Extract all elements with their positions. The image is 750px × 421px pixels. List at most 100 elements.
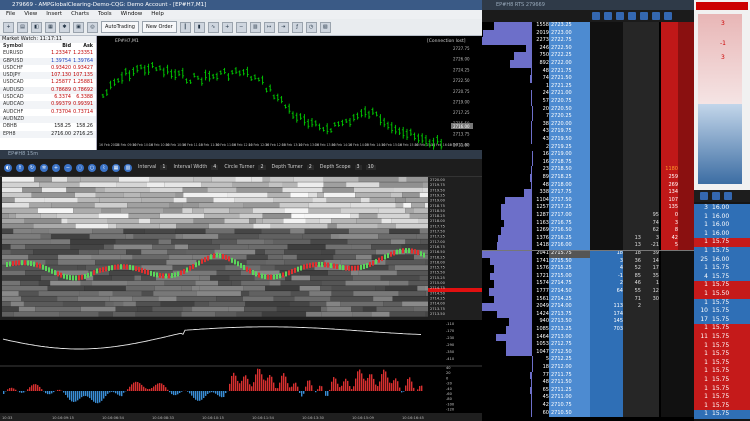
dom-row[interactable]: 2041 2715.75 18 18 39: [482, 250, 694, 258]
dom-price[interactable]: 2723.00: [549, 29, 591, 38]
dom-bid-size[interactable]: 113: [590, 303, 623, 311]
indicators-icon[interactable]: ƒ: [291, 21, 303, 33]
dom-price[interactable]: 2715.75: [549, 250, 591, 258]
dom-row[interactable]: 43 2719.75: [482, 128, 694, 136]
dom-link-icon[interactable]: [640, 12, 648, 20]
dom-ask-size[interactable]: 259: [661, 174, 678, 182]
dom-bid-size[interactable]: [590, 37, 623, 45]
navigator-icon[interactable]: ✱: [59, 21, 70, 33]
dom-ask-size[interactable]: [661, 67, 678, 76]
dom-ask-size[interactable]: [661, 265, 678, 273]
dom-row[interactable]: 60 2710.50: [482, 409, 694, 418]
dom-ask-size[interactable]: [661, 295, 678, 304]
dom-tool-icon[interactable]: [628, 12, 636, 20]
dom-ask-size[interactable]: [661, 60, 678, 68]
dom-bid-size[interactable]: [590, 394, 623, 402]
settings-icon[interactable]: ✲: [40, 163, 48, 172]
dom-ask-size[interactable]: 0: [661, 212, 678, 220]
dom-row[interactable]: 892 2722.00: [482, 60, 694, 68]
dom-row[interactable]: 7 2720.25: [482, 113, 694, 121]
dom-price[interactable]: 2712.75: [549, 341, 591, 349]
dom-ask-size[interactable]: [661, 82, 678, 91]
dom-row[interactable]: 1047 2712.50: [482, 348, 694, 357]
dom-ask-size[interactable]: [661, 409, 678, 418]
dom-row[interactable]: 2049 2714.00 113 2: [482, 303, 694, 311]
dom-price[interactable]: 2713.75: [549, 310, 591, 319]
dom-row[interactable]: 42 2710.75: [482, 402, 694, 410]
dom-ask-size[interactable]: [661, 113, 678, 121]
dom-ask-size[interactable]: [661, 98, 678, 106]
dom-ask-size[interactable]: [661, 22, 678, 30]
dom-price[interactable]: 2719.00: [549, 151, 591, 159]
dom-bid-size[interactable]: [590, 151, 623, 159]
market-watch-row[interactable]: EPH8 2716.00 2716.25: [0, 130, 96, 138]
dom-ask-size[interactable]: 269: [661, 181, 678, 190]
dom-bid-size[interactable]: [590, 364, 623, 372]
dom-bid-size[interactable]: [590, 174, 623, 182]
dom-bid-size[interactable]: [590, 60, 623, 68]
dom-price[interactable]: 2710.50: [549, 409, 591, 418]
dom-price[interactable]: 2714.25: [549, 295, 591, 304]
ts-color-icon[interactable]: [724, 192, 732, 200]
menu-tools[interactable]: Tools: [98, 10, 112, 19]
market-watch-row[interactable]: GBPUSD 1.39754 1.39764: [0, 57, 96, 65]
dom-price[interactable]: 2720.25: [549, 113, 591, 121]
dom-ask-size[interactable]: [661, 136, 678, 144]
market-watch-row[interactable]: USDCAD 6.3374 6.3388: [0, 94, 96, 102]
market-watch-row[interactable]: USDCAD 1.25877 1.25881: [0, 79, 96, 87]
dom-ask-size[interactable]: [661, 143, 678, 152]
dom-price[interactable]: 2721.75: [549, 67, 591, 76]
dom-ask-size[interactable]: [661, 371, 678, 380]
dom-price[interactable]: 2723.25: [549, 22, 591, 30]
line-chart-icon[interactable]: ∿: [207, 21, 219, 33]
control-circle-turner-value[interactable]: 2: [258, 165, 266, 170]
dom-row[interactable]: 1558 2723.25: [482, 22, 694, 30]
ts-settings-icon[interactable]: [700, 192, 708, 200]
grid-icon[interactable]: ▦: [112, 163, 120, 172]
dom-row[interactable]: 1 2721.25: [482, 82, 694, 91]
dom-bid-size[interactable]: [590, 341, 623, 349]
dom-bid-size[interactable]: [590, 98, 623, 106]
dom-price[interactable]: 2719.75: [549, 128, 591, 136]
dom-bid-size[interactable]: [590, 181, 623, 190]
dom-bid-size[interactable]: [590, 75, 623, 83]
dom-row[interactable]: 1721 2715.00 -1 85 35: [482, 272, 694, 281]
dom-row[interactable]: 246 2722.50: [482, 44, 694, 53]
dom-ask-size[interactable]: [661, 272, 678, 281]
dom-price[interactable]: 2722.25: [549, 52, 591, 60]
market-watch-row[interactable]: EURUSD 1.23347 1.23351: [0, 50, 96, 58]
dom-ask-size[interactable]: [661, 318, 678, 326]
market-watch-row[interactable]: AUDCAD 0.99379 0.99391: [0, 101, 96, 109]
dom-row[interactable]: 1464 2713.00: [482, 333, 694, 342]
dom-row[interactable]: 57 2720.75: [482, 98, 694, 106]
dom-row[interactable]: 5 2712.25: [482, 356, 694, 364]
dom-row[interactable]: 1376 2716.25 13 3 42: [482, 234, 694, 243]
zoom-in-icon[interactable]: +: [52, 163, 60, 172]
price-chart[interactable]: EP#H7,M1 [Connection lost] 2727.75 2726.00 2…: [97, 36, 482, 150]
dom-row[interactable]: 1287 2717.00 95 0: [482, 212, 694, 220]
dom-ask-size[interactable]: 135: [661, 204, 678, 212]
dom-price[interactable]: 2712.25: [549, 356, 591, 364]
dom-row[interactable]: 77 2711.75: [482, 371, 694, 380]
dom-row[interactable]: 65 2711.25: [482, 386, 694, 395]
dom-ask-size[interactable]: [661, 348, 678, 357]
candle-chart-icon[interactable]: ▮: [193, 21, 205, 33]
dom-ask-size[interactable]: [661, 120, 678, 129]
dom-bid-size[interactable]: [590, 204, 623, 212]
shift-icon[interactable]: ⇥: [277, 21, 289, 33]
dom-bid-size[interactable]: [590, 234, 623, 243]
dom-price[interactable]: 2722.75: [549, 37, 591, 45]
dom-price[interactable]: 2717.00: [549, 212, 591, 220]
dom-price[interactable]: 2712.50: [549, 348, 591, 357]
control-interval-width-value[interactable]: 4: [211, 165, 219, 170]
dom-bid-size[interactable]: [590, 90, 623, 98]
dom-row[interactable]: 1053 2712.75: [482, 341, 694, 349]
dom-bid-size[interactable]: [590, 128, 623, 136]
dom-bid-size[interactable]: [590, 143, 623, 152]
dom-zoom-icon[interactable]: [664, 12, 672, 20]
dom-ask-size[interactable]: [661, 379, 678, 387]
zoom-reset-icon[interactable]: ○: [88, 163, 96, 172]
dom-ask-size[interactable]: [661, 105, 678, 114]
dom-row[interactable]: 1561 2714.25 71 30: [482, 295, 694, 304]
dom-price[interactable]: 2718.00: [549, 181, 591, 190]
